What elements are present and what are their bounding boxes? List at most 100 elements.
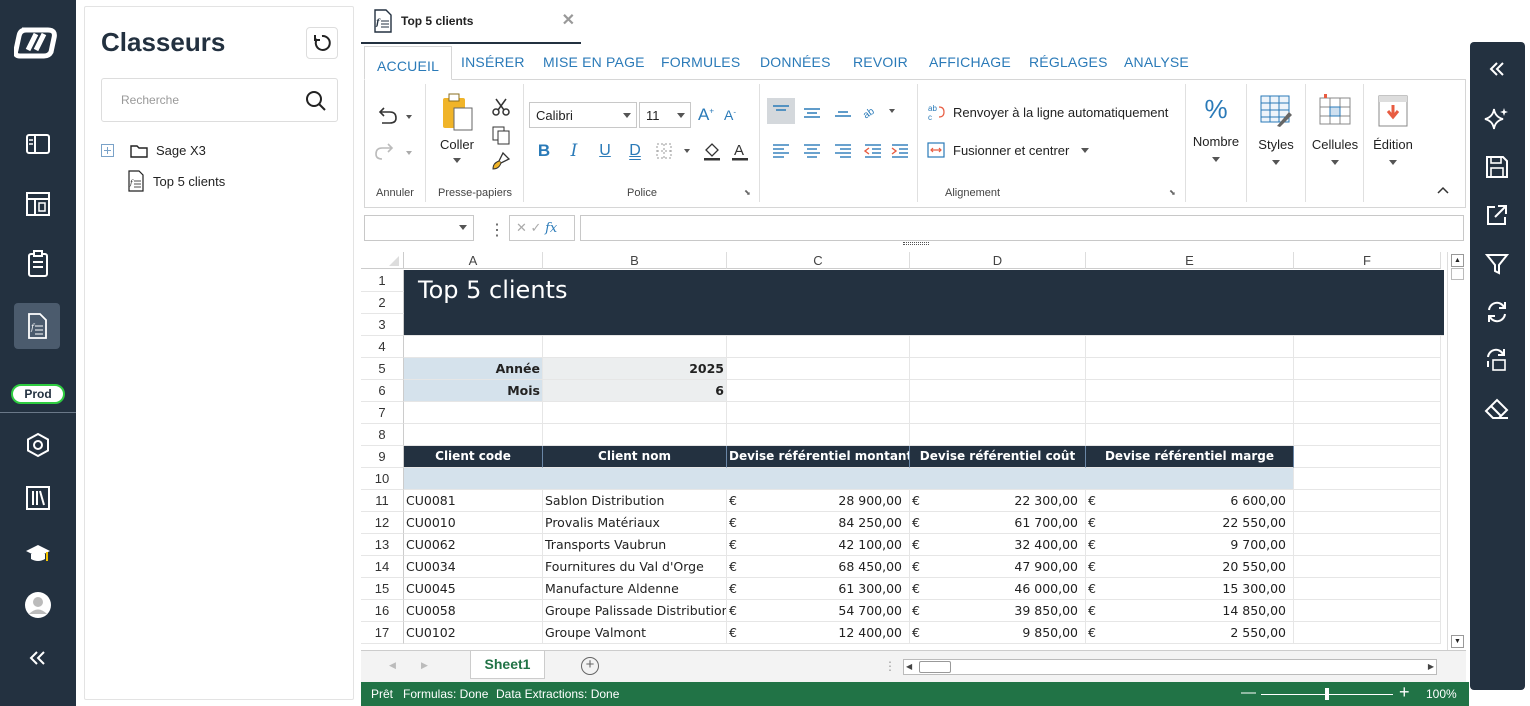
- grid-cell[interactable]: [404, 402, 543, 424]
- client-code[interactable]: CU0045: [404, 578, 543, 600]
- increase-indent-button[interactable]: [887, 138, 913, 164]
- grid-cell[interactable]: [1294, 446, 1441, 468]
- scroll-left-icon[interactable]: ◀: [906, 662, 912, 671]
- table-band[interactable]: [404, 468, 1294, 490]
- library-icon[interactable]: [22, 482, 54, 514]
- amount-cell[interactable]: 22 550,00: [1106, 512, 1288, 534]
- format-painter-button[interactable]: [489, 150, 513, 172]
- param-label[interactable]: Année: [404, 358, 543, 380]
- eraser-icon[interactable]: [1482, 394, 1512, 424]
- tab-analyse[interactable]: ANALYSE: [1124, 54, 1189, 70]
- font-size-select[interactable]: 11: [639, 102, 691, 128]
- param-value[interactable]: 6: [543, 380, 727, 402]
- amount-cell[interactable]: 28 900,00: [747, 490, 904, 512]
- double-underline-button[interactable]: D: [624, 140, 646, 162]
- dashboard-icon[interactable]: [22, 188, 54, 220]
- grow-font-button[interactable]: A+: [695, 104, 717, 126]
- amount-cell[interactable]: 46 000,00: [930, 578, 1080, 600]
- collapse-right-icon[interactable]: [1482, 54, 1512, 84]
- undo-button[interactable]: [373, 104, 415, 128]
- column-header[interactable]: B: [543, 252, 727, 269]
- table-header[interactable]: Client code: [404, 446, 543, 468]
- column-header[interactable]: F: [1294, 252, 1441, 269]
- settings-hex-icon[interactable]: [22, 429, 54, 461]
- grid-cell[interactable]: [727, 336, 910, 358]
- redo-button[interactable]: [373, 140, 415, 164]
- amount-cell[interactable]: 68 450,00: [747, 556, 904, 578]
- name-box[interactable]: [364, 215, 474, 241]
- amount-cell[interactable]: 61 700,00: [930, 512, 1080, 534]
- tab-inserer[interactable]: INSÉRER: [461, 54, 525, 70]
- client-code[interactable]: CU0081: [404, 490, 543, 512]
- check-icon[interactable]: ✓: [531, 220, 542, 235]
- column-header[interactable]: D: [910, 252, 1086, 269]
- dialog-launcher-icon[interactable]: ⬊: [744, 188, 751, 197]
- client-name[interactable]: Fournitures du Val d'Orge: [543, 556, 727, 578]
- row-header[interactable]: 3: [361, 314, 404, 336]
- amount-cell[interactable]: 2 550,00: [1106, 622, 1288, 644]
- zoom-slider-thumb[interactable]: [1325, 688, 1329, 700]
- align-top-button[interactable]: [767, 98, 795, 124]
- orientation-button[interactable]: ab: [861, 98, 901, 124]
- grid-cell[interactable]: [1294, 380, 1441, 402]
- grid-cell[interactable]: [727, 424, 910, 446]
- scroll-up-icon[interactable]: ▲: [1451, 254, 1464, 267]
- amount-cell[interactable]: 47 900,00: [930, 556, 1080, 578]
- copy-button[interactable]: [489, 124, 513, 146]
- amount-cell[interactable]: 84 250,00: [747, 512, 904, 534]
- client-name[interactable]: Transports Vaubrun: [543, 534, 727, 556]
- italic-button[interactable]: I: [563, 140, 585, 162]
- cancel-icon[interactable]: ✕: [516, 220, 527, 235]
- font-color-button[interactable]: A: [729, 140, 751, 162]
- amount-cell[interactable]: 6 600,00: [1106, 490, 1288, 512]
- client-name[interactable]: Manufacture Aldenne: [543, 578, 727, 600]
- amount-cell[interactable]: 32 400,00: [930, 534, 1080, 556]
- grid-cell[interactable]: [1086, 358, 1294, 380]
- grid-cell[interactable]: [727, 402, 910, 424]
- amount-cell[interactable]: 61 300,00: [747, 578, 904, 600]
- wrap-text-button[interactable]: ab c Renvoyer à la ligne automatiquement: [927, 100, 1177, 124]
- grid-cell[interactable]: [1294, 336, 1441, 358]
- amount-cell[interactable]: 14 850,00: [1106, 600, 1288, 622]
- vertical-scrollbar[interactable]: ▲ ▼: [1447, 252, 1466, 650]
- document-tab[interactable]: f Top 5 clients ✕: [361, 0, 581, 44]
- styles-button[interactable]: Styles: [1251, 94, 1301, 165]
- grid-cell[interactable]: [1294, 424, 1441, 446]
- row-header[interactable]: 15: [361, 578, 404, 600]
- row-header[interactable]: 14: [361, 556, 404, 578]
- tree-item-top-5-clients[interactable]: f Top 5 clients: [127, 170, 225, 192]
- font-name-select[interactable]: Calibri: [529, 102, 637, 128]
- client-name[interactable]: Sablon Distribution: [543, 490, 727, 512]
- tab-revoir[interactable]: REVOIR: [853, 54, 908, 70]
- bold-button[interactable]: B: [533, 140, 555, 162]
- collapse-left-icon[interactable]: [22, 642, 54, 674]
- param-label[interactable]: Mois: [404, 380, 543, 402]
- client-code[interactable]: CU0102: [404, 622, 543, 644]
- grid-cell[interactable]: [1294, 600, 1441, 622]
- amount-cell[interactable]: 9 850,00: [930, 622, 1080, 644]
- merge-center-button[interactable]: Fusionner et centrer: [927, 138, 1097, 162]
- table-header[interactable]: Devise référentiel montant: [727, 446, 910, 468]
- tab-accueil[interactable]: ACCUEIL: [364, 46, 453, 80]
- user-avatar-icon[interactable]: [22, 589, 54, 621]
- amount-cell[interactable]: 39 850,00: [930, 600, 1080, 622]
- client-name[interactable]: Groupe Valmont: [543, 622, 727, 644]
- tree-item-sage-x3[interactable]: Sage X3: [101, 143, 206, 158]
- column-header[interactable]: A: [404, 252, 543, 269]
- expand-icon[interactable]: [101, 144, 114, 157]
- grid-cell[interactable]: [543, 402, 727, 424]
- grid-cell[interactable]: [1294, 556, 1441, 578]
- row-header[interactable]: 5: [361, 358, 404, 380]
- client-name[interactable]: Provalis Matériaux: [543, 512, 727, 534]
- row-header[interactable]: 6: [361, 380, 404, 402]
- client-code[interactable]: CU0058: [404, 600, 543, 622]
- grid-cell[interactable]: [1294, 490, 1441, 512]
- column-header[interactable]: C: [727, 252, 910, 269]
- amount-cell[interactable]: 20 550,00: [1106, 556, 1288, 578]
- row-header[interactable]: 2: [361, 292, 404, 314]
- amount-cell[interactable]: 42 100,00: [747, 534, 904, 556]
- search-icon[interactable]: [305, 90, 327, 112]
- horizontal-scrollbar[interactable]: ◀ ▶: [903, 659, 1437, 675]
- client-name[interactable]: Groupe Palissade Distribution: [543, 600, 727, 622]
- grid-cell[interactable]: [1086, 424, 1294, 446]
